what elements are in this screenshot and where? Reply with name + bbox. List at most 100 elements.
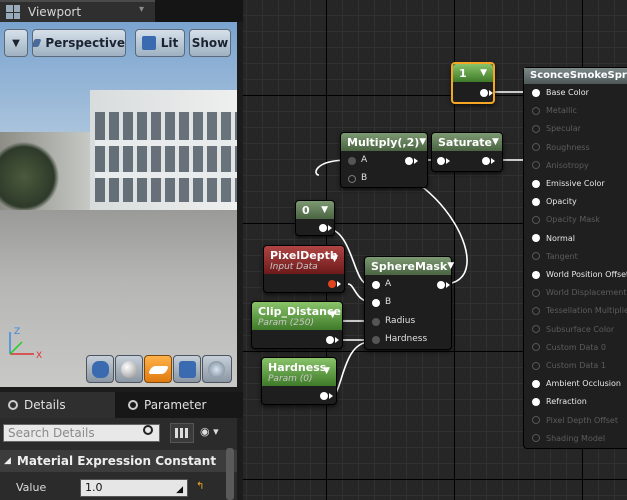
- tab-menu-icon[interactable]: ▾: [139, 4, 144, 15]
- input-pin[interactable]: [532, 161, 540, 170]
- material-graph[interactable]: 1 ▼ Multiply(,2) ▼ A B Saturate ▼ 0 ▼ PixelD…: [243, 0, 627, 500]
- reset-to-default-icon[interactable]: ↰: [196, 481, 208, 493]
- value-label: Value: [16, 481, 47, 494]
- input-pin[interactable]: [532, 106, 540, 115]
- lit-icon: [141, 36, 156, 50]
- material-input-row[interactable]: Emissive Color: [532, 179, 605, 188]
- material-input-label: Ambient Occlusion: [546, 379, 621, 389]
- material-input-row[interactable]: Pixel Depth Offset: [532, 416, 618, 425]
- input-pin[interactable]: [532, 379, 540, 388]
- material-input-row[interactable]: Custom Data 1: [532, 361, 606, 370]
- search-icon: [8, 400, 18, 410]
- material-input-label: Tessellation Multiplier: [546, 306, 627, 316]
- details-scrollbar[interactable]: [226, 448, 234, 500]
- material-input-label: Subsurface Color: [546, 324, 615, 334]
- material-input-row[interactable]: Roughness: [532, 143, 590, 152]
- material-input-label: Anisotropy: [546, 160, 589, 170]
- collapse-icon: ◢: [4, 456, 11, 466]
- input-pin[interactable]: [532, 124, 540, 133]
- node-constant-0[interactable]: 0 ▼: [295, 200, 335, 236]
- input-pin[interactable]: [532, 215, 540, 224]
- material-input-label: Custom Data 0: [546, 342, 606, 352]
- lit-button[interactable]: Lit: [135, 29, 185, 57]
- input-pin[interactable]: [532, 88, 540, 97]
- input-pin[interactable]: [532, 143, 540, 152]
- material-input-label: World Position Offset: [546, 270, 627, 279]
- material-input-row[interactable]: Normal: [532, 234, 575, 243]
- material-input-row[interactable]: Metallic: [532, 106, 577, 115]
- building-windows: [95, 112, 237, 202]
- material-input-row[interactable]: Refraction: [532, 397, 587, 406]
- viewport-options-button[interactable]: ▼: [4, 29, 28, 57]
- tab-viewport[interactable]: Viewport: [0, 0, 155, 22]
- material-input-label: Metallic: [546, 106, 577, 116]
- preview-cube-button[interactable]: [173, 355, 201, 383]
- preview-teapot-button[interactable]: [202, 355, 232, 383]
- material-input-row[interactable]: Base Color: [532, 88, 589, 97]
- material-input-row[interactable]: Shading Model: [532, 434, 605, 443]
- node-spheremask[interactable]: SphereMask ▼ A B Radius Hardness: [364, 256, 454, 350]
- grid-view-button[interactable]: [170, 423, 194, 443]
- output-pin[interactable]: [405, 157, 413, 165]
- details-tab-bar: Details Parameter: [0, 392, 243, 418]
- node-clip-distance[interactable]: Clip_Distance Param (250) ▼: [251, 301, 343, 349]
- input-pin[interactable]: [532, 325, 540, 334]
- perspective-button[interactable]: Perspective: [31, 29, 126, 57]
- input-pin[interactable]: [532, 252, 540, 261]
- input-pin[interactable]: [532, 397, 540, 406]
- input-pin[interactable]: [532, 179, 540, 188]
- material-input-row[interactable]: Subsurface Color: [532, 325, 614, 334]
- eye-icon[interactable]: ◉ ▾: [200, 425, 230, 441]
- material-input-label: Refraction: [546, 397, 587, 407]
- material-input-row[interactable]: Opacity Mask: [532, 215, 600, 224]
- input-pin[interactable]: [532, 234, 540, 243]
- value-input[interactable]: 1.0 ◢: [80, 479, 188, 497]
- material-input-label: Specular: [546, 124, 581, 134]
- material-input-label: Opacity Mask: [546, 215, 600, 225]
- output-pin[interactable]: [480, 89, 488, 97]
- axis-gizmo: Z X: [9, 327, 42, 361]
- tree-image: [0, 142, 60, 212]
- material-input-label: Normal: [546, 233, 575, 243]
- node-saturate[interactable]: Saturate ▼: [431, 132, 503, 172]
- node-multiply[interactable]: Multiply(,2) ▼ A B: [340, 132, 428, 188]
- node-hardness-param[interactable]: Hardness Param (0) ▼: [261, 357, 337, 405]
- tab-details[interactable]: Details: [0, 392, 115, 418]
- material-input-label: World Displacement: [546, 288, 627, 298]
- material-input-row[interactable]: World Displacement: [532, 288, 626, 297]
- material-input-label: Opacity: [546, 197, 577, 207]
- material-input-row[interactable]: Specular: [532, 124, 581, 133]
- input-pin[interactable]: [532, 197, 540, 206]
- material-input-row[interactable]: Tessellation Multiplier: [532, 306, 627, 315]
- input-pin[interactable]: [532, 306, 540, 315]
- node-pixeldepth[interactable]: PixelDepth Input Data ▼: [263, 245, 345, 293]
- node-material-result[interactable]: SconceSmokeSprite_m Base ColorMetallicSp…: [523, 67, 627, 449]
- material-input-label: Roughness: [546, 142, 590, 152]
- preview-plane-button[interactable]: [144, 355, 172, 383]
- preview-cylinder-button[interactable]: [86, 355, 114, 383]
- material-input-row[interactable]: Opacity: [532, 197, 577, 206]
- material-input-row[interactable]: Anisotropy: [532, 161, 589, 170]
- node-constant-1[interactable]: 1 ▼: [451, 62, 495, 104]
- input-pin[interactable]: [532, 361, 540, 370]
- tab-parameters[interactable]: Parameter: [120, 392, 234, 418]
- drag-handle-icon: ◢: [176, 485, 183, 495]
- search-details-input[interactable]: Search Details: [3, 424, 160, 442]
- input-pin[interactable]: [532, 270, 540, 279]
- input-pin[interactable]: [532, 434, 540, 443]
- material-input-row[interactable]: Custom Data 0: [532, 343, 606, 352]
- svg-text:Z: Z: [14, 327, 20, 337]
- material-input-label: Shading Model: [546, 433, 606, 443]
- material-input-row[interactable]: World Position Offset: [532, 270, 627, 279]
- svg-text:X: X: [36, 351, 42, 361]
- input-pin[interactable]: [532, 343, 540, 352]
- section-material-expression-constant[interactable]: ◢ Material Expression Constant: [0, 450, 237, 472]
- viewport-icon: [6, 5, 20, 19]
- show-button[interactable]: Show: [189, 29, 231, 57]
- preview-sphere-button[interactable]: [115, 355, 143, 383]
- input-pin[interactable]: [532, 288, 540, 297]
- material-input-row[interactable]: Ambient Occlusion: [532, 379, 621, 388]
- material-input-row[interactable]: Tangent: [532, 252, 578, 261]
- viewport-scene[interactable]: ▼ Perspective Lit Show Z X: [0, 22, 237, 387]
- input-pin[interactable]: [532, 416, 540, 425]
